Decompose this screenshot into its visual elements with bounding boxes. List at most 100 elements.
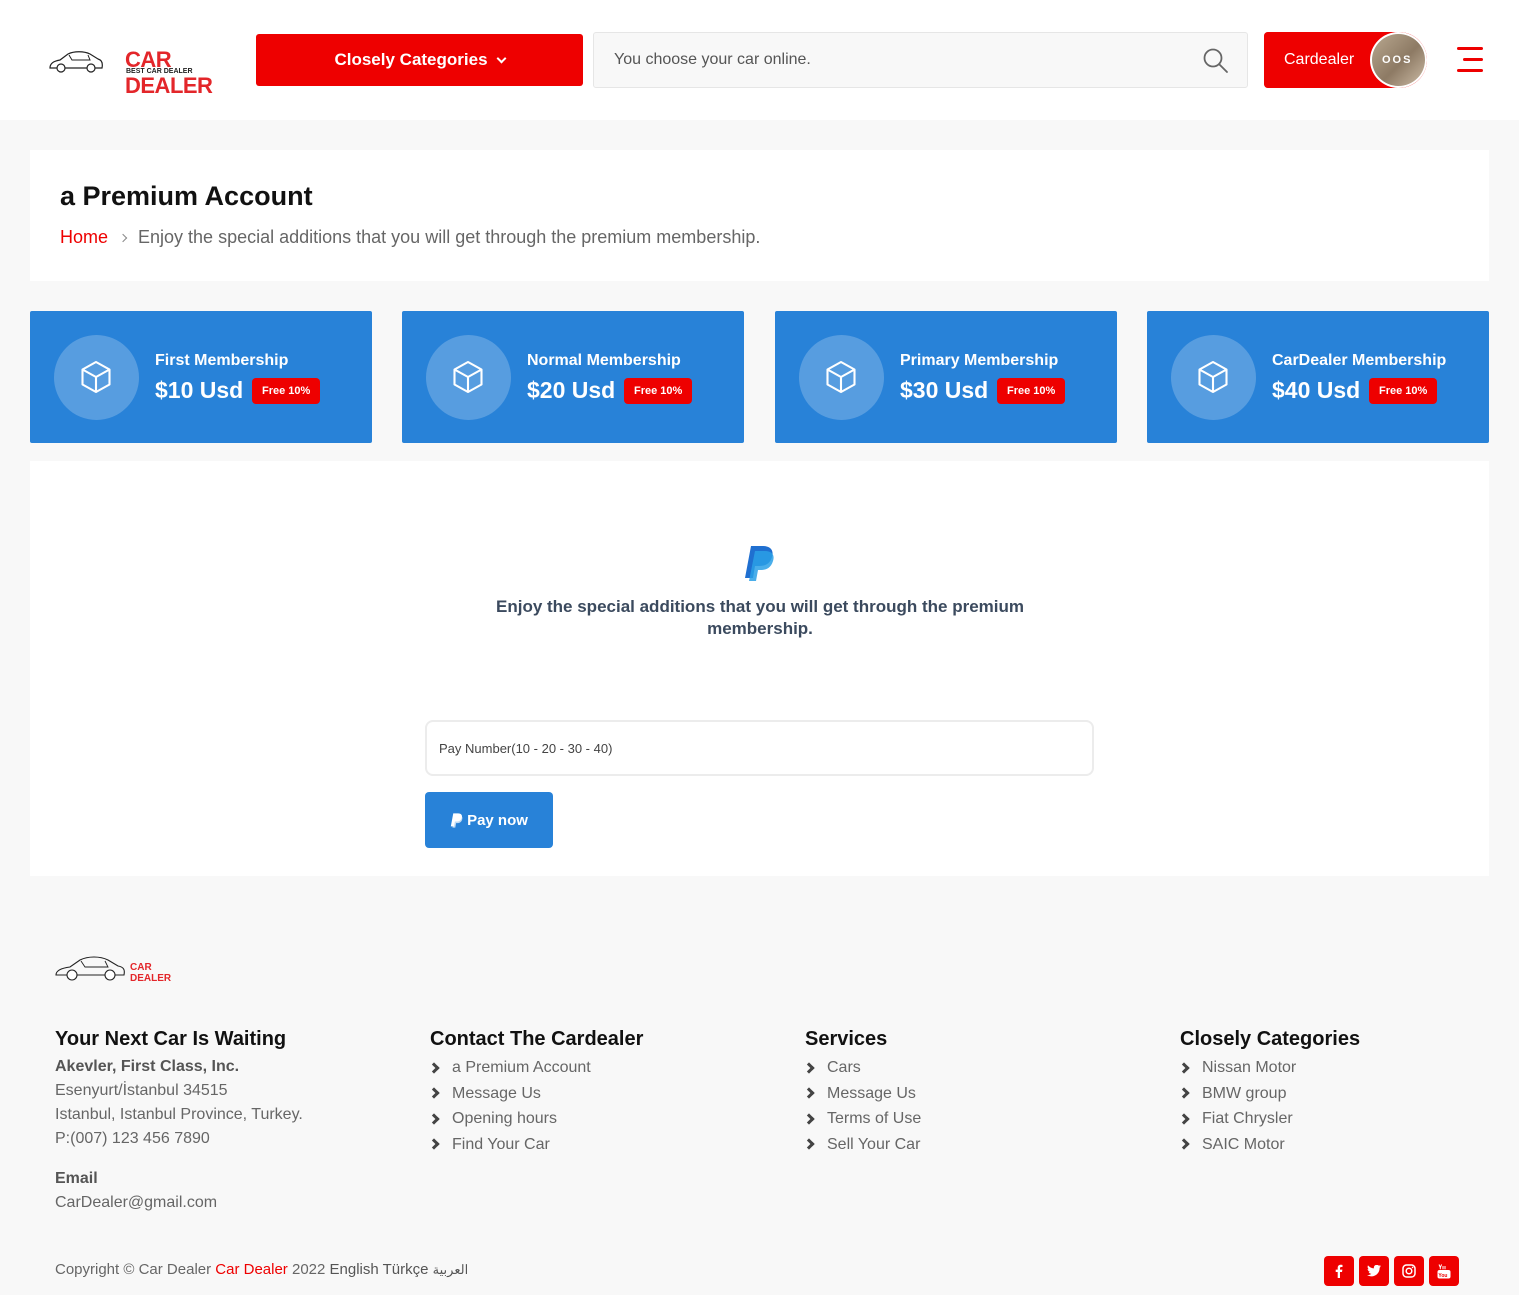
search-bar: [593, 32, 1248, 88]
footer-column-contact-info: Your Next Car Is Waiting Akevler, First …: [55, 1028, 303, 1215]
footer-link[interactable]: Message Us: [803, 1081, 921, 1107]
footer-link[interactable]: SAIC Motor: [1178, 1132, 1360, 1158]
avatar[interactable]: OOS: [1370, 32, 1427, 88]
plan-discount-badge: Free 10%: [997, 378, 1066, 404]
footer-link[interactable]: Fiat Chrysler: [1178, 1106, 1360, 1132]
page-title: a Premium Account: [60, 181, 313, 211]
language-arabic[interactable]: العربية: [433, 1262, 469, 1277]
plan-icon-circle: [1171, 335, 1256, 420]
footer-column-title: Your Next Car Is Waiting: [55, 1028, 287, 1050]
search-input[interactable]: [594, 33, 1174, 87]
language-english[interactable]: English: [330, 1261, 379, 1278]
chevron-right-icon: [1178, 1062, 1190, 1074]
search-icon[interactable]: [1202, 47, 1230, 75]
plan-price: $20 Usd: [527, 377, 616, 403]
copyright-text: Copyright © Car Dealer: [55, 1261, 212, 1278]
facebook-icon[interactable]: [1324, 1256, 1354, 1286]
pay-number-input[interactable]: [425, 720, 1094, 776]
paypal-icon: [745, 546, 774, 581]
footer-link-label: Message Us: [452, 1084, 541, 1102]
pay-now-label: Pay now: [467, 811, 528, 829]
twitter-icon[interactable]: [1359, 1256, 1389, 1286]
footer-column-title: Closely Categories: [1180, 1028, 1361, 1050]
breadcrumb: Home Enjoy the special additions that yo…: [60, 227, 760, 248]
logo-tagline: BEST CAR DEALER: [126, 68, 193, 75]
footer-link[interactable]: Nissan Motor: [1178, 1055, 1360, 1081]
footer-link[interactable]: Opening hours: [428, 1106, 643, 1132]
site-logo[interactable]: CAR DEALER BEST CAR DEALER: [48, 44, 238, 98]
plan-discount-badge: Free 10%: [252, 378, 321, 404]
payment-card: Enjoy the special additions that you wil…: [30, 461, 1489, 876]
footer-column-title: Services: [805, 1028, 888, 1050]
box-icon: [81, 360, 111, 394]
chevron-right-icon: [1178, 1138, 1190, 1150]
plan-icon-circle: [799, 335, 884, 420]
copyright-brand-link[interactable]: Car Dealer: [215, 1261, 288, 1278]
plan-card-primary[interactable]: Primary Membership $30 Usd Free 10%: [775, 311, 1117, 443]
chevron-right-icon: [803, 1062, 815, 1074]
footer-link-label: Terms of Use: [827, 1110, 922, 1127]
footer-column-title: Contact The Cardealer: [430, 1028, 644, 1050]
plan-price: $40 Usd: [1272, 377, 1361, 403]
page-title-card: a Premium Account Home Enjoy the special…: [30, 150, 1489, 281]
email-address[interactable]: CarDealer@gmail.com: [55, 1191, 303, 1215]
avatar-text: OOS: [1382, 54, 1413, 66]
chevron-right-icon: [803, 1087, 815, 1099]
plan-card-cardealer[interactable]: CarDealer Membership $40 Usd Free 10%: [1147, 311, 1489, 443]
footer-logo-brand: CAR DEALER: [130, 962, 172, 984]
car-logo-icon: [49, 51, 103, 73]
footer-column-services: Services Cars Message Us Terms of Use Se…: [803, 1028, 922, 1158]
footer-column-contact: Contact The Cardealer a Premium Account …: [428, 1028, 644, 1158]
footer-link-label: Nissan Motor: [1202, 1059, 1297, 1076]
plan-icon-circle: [426, 335, 511, 420]
chevron-down-icon: [496, 53, 506, 63]
footer-link-label: Cars: [827, 1059, 861, 1076]
footer-logo[interactable]: CAR DEALER: [54, 951, 184, 985]
footer-link[interactable]: Terms of Use: [803, 1106, 922, 1132]
plan-price: $30 Usd: [900, 377, 989, 403]
footer-link[interactable]: a Premium Account: [428, 1055, 643, 1081]
footer-link-label: SAIC Motor: [1202, 1135, 1285, 1153]
copyright-year: 2022: [291, 1261, 326, 1278]
youtube-icon[interactable]: You: [1429, 1256, 1459, 1286]
footer-link-label: Fiat Chrysler: [1202, 1110, 1293, 1127]
closely-categories-button[interactable]: Closely Categories: [256, 34, 583, 86]
footer-link-label: Opening hours: [452, 1110, 557, 1127]
footer-link[interactable]: Sell Your Car: [803, 1132, 921, 1158]
chevron-right-icon: [118, 233, 128, 242]
footer-link[interactable]: Find Your Car: [428, 1132, 643, 1158]
chevron-right-icon: [803, 1113, 815, 1125]
chevron-right-icon: [1178, 1113, 1190, 1125]
plan-name: Normal Membership: [527, 352, 681, 369]
hamburger-menu-icon[interactable]: [1453, 47, 1483, 73]
chevron-right-icon: [428, 1113, 440, 1125]
company-name: Akevler, First Class, Inc.: [55, 1058, 240, 1075]
breadcrumb-home-link[interactable]: Home: [60, 227, 108, 248]
plan-discount-badge: Free 10%: [624, 378, 693, 404]
footer-link[interactable]: Cars: [803, 1055, 921, 1081]
chevron-right-icon: [1178, 1087, 1190, 1099]
footer-link[interactable]: Message Us: [428, 1081, 643, 1107]
plan-name: First Membership: [155, 352, 289, 369]
footer-column-categories: Closely Categories Nissan Motor BMW grou…: [1178, 1028, 1361, 1158]
email-label: Email: [55, 1170, 98, 1187]
chevron-right-icon: [428, 1138, 440, 1150]
chevron-right-icon: [428, 1062, 440, 1074]
footer-link-label: BMW group: [1202, 1084, 1287, 1102]
site-header: CAR DEALER BEST CAR DEALER Closely Categ…: [0, 0, 1519, 120]
plan-price: $10 Usd: [155, 377, 244, 403]
plan-card-normal[interactable]: Normal Membership $20 Usd Free 10%: [402, 311, 744, 443]
payment-heading: Enjoy the special additions that you wil…: [496, 597, 1024, 638]
instagram-icon[interactable]: [1394, 1256, 1424, 1286]
categories-label: Closely Categories: [334, 50, 488, 69]
paypal-small-icon: [450, 812, 463, 828]
language-turkish[interactable]: Türkçe: [383, 1261, 429, 1278]
copyright-bar: Copyright © Car Dealer Car Dealer 2022 E…: [55, 1261, 468, 1278]
pay-now-button[interactable]: Pay now: [425, 792, 553, 848]
car-logo-icon: [55, 956, 125, 981]
footer-link[interactable]: BMW group: [1178, 1081, 1360, 1107]
box-icon: [826, 360, 856, 394]
chevron-right-icon: [803, 1138, 815, 1150]
plan-card-first[interactable]: First Membership $10 Usd Free 10%: [30, 311, 372, 443]
box-icon: [1198, 360, 1228, 394]
